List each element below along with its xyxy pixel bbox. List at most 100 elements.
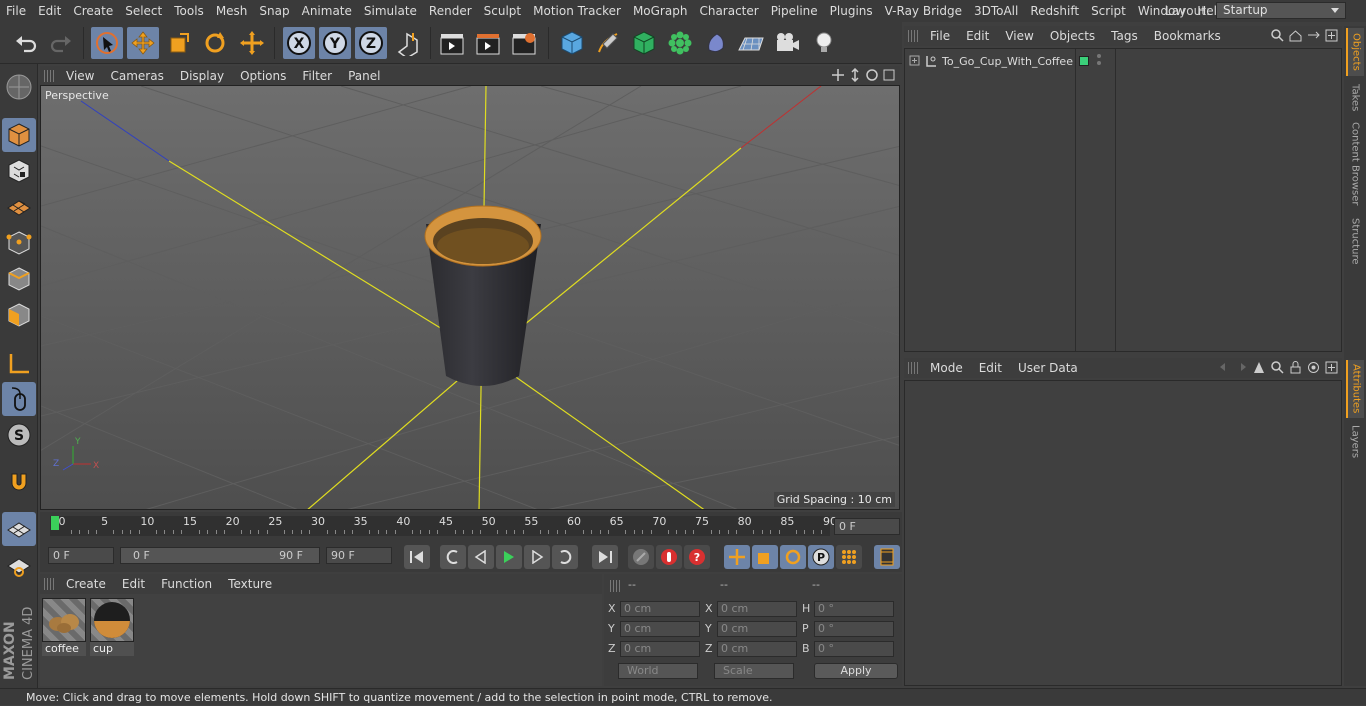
target-icon[interactable] [1307,361,1320,374]
rotation-h-field[interactable]: 0 ° [814,601,894,617]
keyframe-selection-icon[interactable]: ? [684,545,710,569]
expand-icon[interactable] [909,55,921,67]
menu-motion-tracker[interactable]: Motion Tracker [527,0,627,22]
viewport-menu-cameras[interactable]: Cameras [102,69,171,83]
menu-pipeline[interactable]: Pipeline [765,0,824,22]
tab-layers[interactable]: Layers [1346,422,1364,462]
live-selection-icon[interactable] [91,27,123,59]
editor-visibility-dot[interactable] [1097,54,1101,58]
polygons-mode-icon[interactable] [2,298,36,332]
render-settings-icon[interactable] [508,27,540,59]
menu-plugins[interactable]: Plugins [824,0,879,22]
object-menu-file[interactable]: File [922,29,958,43]
object-row[interactable]: To_Go_Cup_With_Coffee [905,51,1075,71]
menu-script[interactable]: Script [1085,0,1132,22]
position-z-field[interactable]: 0 cm [620,641,700,657]
menu-select[interactable]: Select [119,0,168,22]
coordinate-space-dropdown[interactable]: World [618,663,698,679]
position-x-field[interactable]: 0 cm [620,601,700,617]
subdivision-icon[interactable] [628,27,660,59]
start-frame-field[interactable]: 0 F [48,547,114,564]
previous-key-icon[interactable] [440,545,466,569]
snap-magnet-icon[interactable] [2,466,36,500]
menu-redshift[interactable]: Redshift [1024,0,1085,22]
end-frame-field[interactable]: 90 F [326,547,392,564]
tab-structure[interactable]: Structure [1346,212,1364,270]
camera-icon[interactable] [772,27,804,59]
model-mode-icon[interactable] [2,118,36,152]
menu-animate[interactable]: Animate [296,0,358,22]
light-icon[interactable] [808,27,840,59]
menu-vray-bridge[interactable]: V-Ray Bridge [879,0,968,22]
make-editable-icon[interactable] [2,70,36,104]
object-menu-edit[interactable]: Edit [958,29,997,43]
redo-icon[interactable] [45,27,77,59]
menu-edit[interactable]: Edit [32,0,67,22]
go-to-start-icon[interactable] [404,545,430,569]
menu-simulate[interactable]: Simulate [358,0,423,22]
autokey-icon[interactable] [656,545,682,569]
home-icon[interactable] [1289,29,1302,42]
next-frame-icon[interactable] [524,545,550,569]
pointer-icon[interactable] [1253,361,1266,374]
y-axis-lock-icon[interactable]: Y [319,27,351,59]
history-arrows-icon[interactable] [1218,361,1248,374]
previous-frame-icon[interactable] [468,545,494,569]
floor-scene-icon[interactable] [736,27,768,59]
attribute-menu-mode[interactable]: Mode [922,361,971,375]
object-menu-bookmarks[interactable]: Bookmarks [1146,29,1229,43]
viewport-pan-icon[interactable] [831,68,845,82]
viewport-orbit-icon[interactable] [865,68,879,82]
menu-sculpt[interactable]: Sculpt [478,0,527,22]
cube-primitive-icon[interactable] [556,27,588,59]
material-swatch-cup[interactable]: cup [90,598,134,656]
attribute-menu-user-data[interactable]: User Data [1010,361,1086,375]
position-y-field[interactable]: 0 cm [620,621,700,637]
object-menu-objects[interactable]: Objects [1042,29,1103,43]
size-y-field[interactable]: 0 cm [717,621,797,637]
current-frame-field[interactable]: 0 F [834,518,900,535]
edges-mode-icon[interactable] [2,262,36,296]
scale-mode-dropdown[interactable]: Scale [714,663,794,679]
object-menu-tags[interactable]: Tags [1103,29,1146,43]
x-axis-lock-icon[interactable]: X [283,27,315,59]
next-key-icon[interactable] [552,545,578,569]
play-icon[interactable] [496,545,522,569]
planar-snap-icon[interactable] [2,548,36,582]
material-swatch-coffee[interactable]: coffee [42,598,86,656]
point-level-key-icon[interactable] [836,545,862,569]
tab-takes[interactable]: Takes [1346,80,1364,116]
timeline-window-icon[interactable] [874,545,900,569]
position-key-icon[interactable] [724,545,750,569]
record-keys-icon[interactable] [628,545,654,569]
rotation-b-field[interactable]: 0 ° [814,641,894,657]
menu-tools[interactable]: Tools [168,0,210,22]
rotation-key-icon[interactable] [780,545,806,569]
go-to-end-icon[interactable] [592,545,618,569]
undo-icon[interactable] [10,27,42,59]
viewport-menu-filter[interactable]: Filter [294,69,340,83]
points-mode-icon[interactable] [2,226,36,260]
menu-character[interactable]: Character [693,0,764,22]
new-window-icon[interactable] [1325,29,1338,42]
tab-attributes[interactable]: Attributes [1346,360,1364,418]
viewport-menu-display[interactable]: Display [172,69,232,83]
parameter-key-icon[interactable]: P [808,545,834,569]
render-view-icon[interactable] [436,27,468,59]
rotation-p-field[interactable]: 0 ° [814,621,894,637]
layout-dropdown[interactable]: Startup [1216,2,1346,19]
tweak-mode-icon[interactable] [2,382,36,416]
viewport-maximize-icon[interactable] [882,68,896,82]
arrows-icon[interactable] [1307,29,1320,42]
texture-mode-icon[interactable] [2,154,36,188]
frame-range-slider[interactable]: 0 F 90 F [120,547,320,564]
deformer-icon[interactable] [700,27,732,59]
tab-content-browser[interactable]: Content Browser [1346,120,1364,208]
viewport-menu-options[interactable]: Options [232,69,294,83]
recent-tool-icon[interactable] [236,27,268,59]
viewport-menu-view[interactable]: View [58,69,102,83]
material-menu-create[interactable]: Create [58,577,114,591]
3d-viewport[interactable]: X Y Z Perspective Grid Spacing : 10 cm [40,85,900,510]
size-x-field[interactable]: 0 cm [717,601,797,617]
lock-icon[interactable] [1289,361,1302,374]
